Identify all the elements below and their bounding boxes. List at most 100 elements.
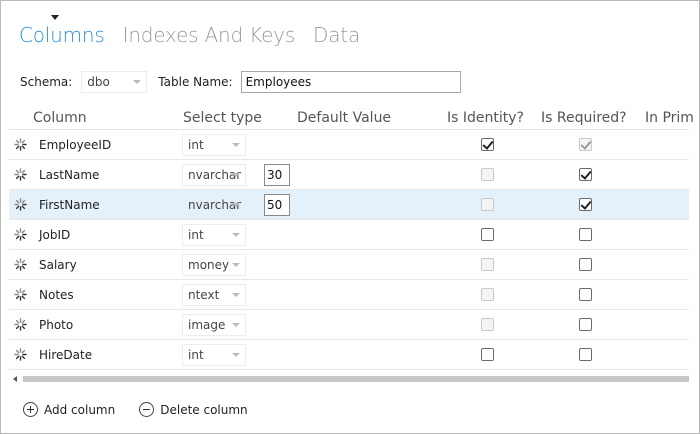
row-handle[interactable]	[13, 310, 27, 339]
table-row[interactable]: LastName nvarchar	[9, 160, 689, 190]
columns-grid: Column Select type Default Value Is Iden…	[9, 105, 694, 370]
spinner-handle-icon	[13, 288, 27, 301]
grid-body: EmployeeID int LastName nvarchar FirstName nv…	[9, 130, 689, 370]
schema-row: Schema: dbo Table Name:	[20, 70, 461, 94]
length-input[interactable]	[264, 163, 290, 186]
is-required-checkbox[interactable]	[579, 318, 592, 331]
table-row[interactable]: Photo image	[9, 310, 689, 340]
type-select[interactable]: nvarchar	[181, 193, 247, 217]
chevron-down-icon	[232, 262, 240, 267]
table-row[interactable]: Notes ntext	[9, 280, 689, 310]
header-select-type: Select type	[183, 110, 262, 126]
type-cell: nvarchar	[181, 190, 247, 219]
type-value: int	[188, 137, 204, 152]
length-input[interactable]	[264, 193, 290, 216]
is-identity-checkbox[interactable]	[481, 348, 494, 361]
is-identity-checkbox[interactable]	[481, 228, 494, 241]
minus-circle-icon	[139, 402, 155, 417]
type-cell: int	[181, 220, 247, 249]
type-value: image	[188, 317, 226, 332]
table-row[interactable]: HireDate int	[9, 340, 689, 370]
chevron-down-icon	[232, 232, 240, 237]
actions-bar: Add column Delete column	[23, 402, 248, 417]
add-column-label: Add column	[44, 402, 116, 417]
identity-cell	[481, 160, 494, 189]
scroll-thumb[interactable]	[23, 376, 689, 382]
spinner-handle-icon	[13, 318, 27, 331]
chevron-down-icon	[232, 352, 240, 357]
identity-cell	[481, 220, 494, 249]
tab-bar: Columns Indexes And Keys Data	[19, 23, 360, 47]
is-identity-checkbox	[481, 258, 494, 271]
is-identity-checkbox	[481, 168, 494, 181]
column-name-cell[interactable]: EmployeeID	[39, 130, 111, 159]
column-name-cell[interactable]: Notes	[39, 280, 74, 309]
type-cell: ntext	[181, 280, 247, 309]
identity-cell	[481, 340, 494, 369]
table-name-input[interactable]	[240, 71, 461, 93]
delete-column-button[interactable]: Delete column	[139, 402, 248, 417]
column-name: FirstName	[39, 197, 100, 212]
length-cell	[264, 160, 290, 189]
is-required-checkbox[interactable]	[579, 258, 592, 271]
row-handle[interactable]	[13, 130, 27, 159]
type-select[interactable]: ntext	[181, 283, 247, 307]
type-cell: int	[181, 340, 247, 369]
column-name: Photo	[39, 317, 74, 332]
identity-cell	[481, 190, 494, 219]
identity-cell	[481, 280, 494, 309]
is-required-checkbox[interactable]	[579, 348, 592, 361]
row-handle[interactable]	[13, 220, 27, 249]
schema-select[interactable]: dbo	[80, 70, 148, 94]
column-name-cell[interactable]: Salary	[39, 250, 77, 279]
is-required-checkbox[interactable]	[579, 168, 592, 181]
type-select[interactable]: image	[181, 313, 247, 337]
identity-cell	[481, 130, 494, 159]
column-name-cell[interactable]: FirstName	[39, 190, 100, 219]
is-required-checkbox	[579, 138, 592, 151]
is-required-checkbox[interactable]	[579, 288, 592, 301]
is-required-checkbox[interactable]	[579, 198, 592, 211]
column-name-cell[interactable]: JobID	[39, 220, 70, 249]
is-identity-checkbox	[481, 288, 494, 301]
tab-data[interactable]: Data	[313, 23, 360, 47]
table-row[interactable]: FirstName nvarchar	[9, 190, 689, 220]
type-value: int	[188, 227, 204, 242]
table-row[interactable]: EmployeeID int	[9, 130, 689, 160]
horizontal-scrollbar[interactable]	[9, 373, 689, 385]
row-handle[interactable]	[13, 280, 27, 309]
row-handle[interactable]	[13, 190, 27, 219]
required-cell	[579, 130, 592, 159]
is-required-checkbox[interactable]	[579, 228, 592, 241]
row-handle[interactable]	[13, 340, 27, 369]
scroll-left-arrow-icon[interactable]	[13, 376, 17, 382]
chevron-down-icon	[232, 142, 240, 147]
row-handle[interactable]	[13, 160, 27, 189]
type-select[interactable]: int	[181, 343, 247, 367]
table-row[interactable]: Salary money	[9, 250, 689, 280]
row-handle[interactable]	[13, 250, 27, 279]
type-select[interactable]: money	[181, 253, 247, 277]
tab-indexes-and-keys[interactable]: Indexes And Keys	[123, 23, 296, 47]
column-name-cell[interactable]: LastName	[39, 160, 99, 189]
table-row[interactable]: JobID int	[9, 220, 689, 250]
column-name: Notes	[39, 287, 74, 302]
tab-columns[interactable]: Columns	[19, 23, 105, 47]
column-name-cell[interactable]: Photo	[39, 310, 73, 339]
required-cell	[579, 190, 592, 219]
type-cell: image	[181, 310, 247, 339]
is-identity-checkbox[interactable]	[481, 138, 494, 151]
column-name-cell[interactable]: HireDate	[39, 340, 92, 369]
type-select[interactable]: nvarchar	[181, 163, 247, 187]
type-select[interactable]: int	[181, 133, 247, 157]
plus-circle-icon	[23, 402, 38, 417]
add-column-button[interactable]: Add column	[23, 402, 115, 417]
type-select[interactable]: int	[181, 223, 247, 247]
header-default-value: Default Value	[297, 110, 392, 126]
type-value: int	[188, 347, 204, 362]
spinner-handle-icon	[13, 168, 27, 181]
column-name: Salary	[39, 257, 77, 272]
chevron-down-icon	[232, 172, 240, 177]
spinner-handle-icon	[13, 138, 27, 151]
header-is-required: Is Required?	[541, 110, 627, 126]
